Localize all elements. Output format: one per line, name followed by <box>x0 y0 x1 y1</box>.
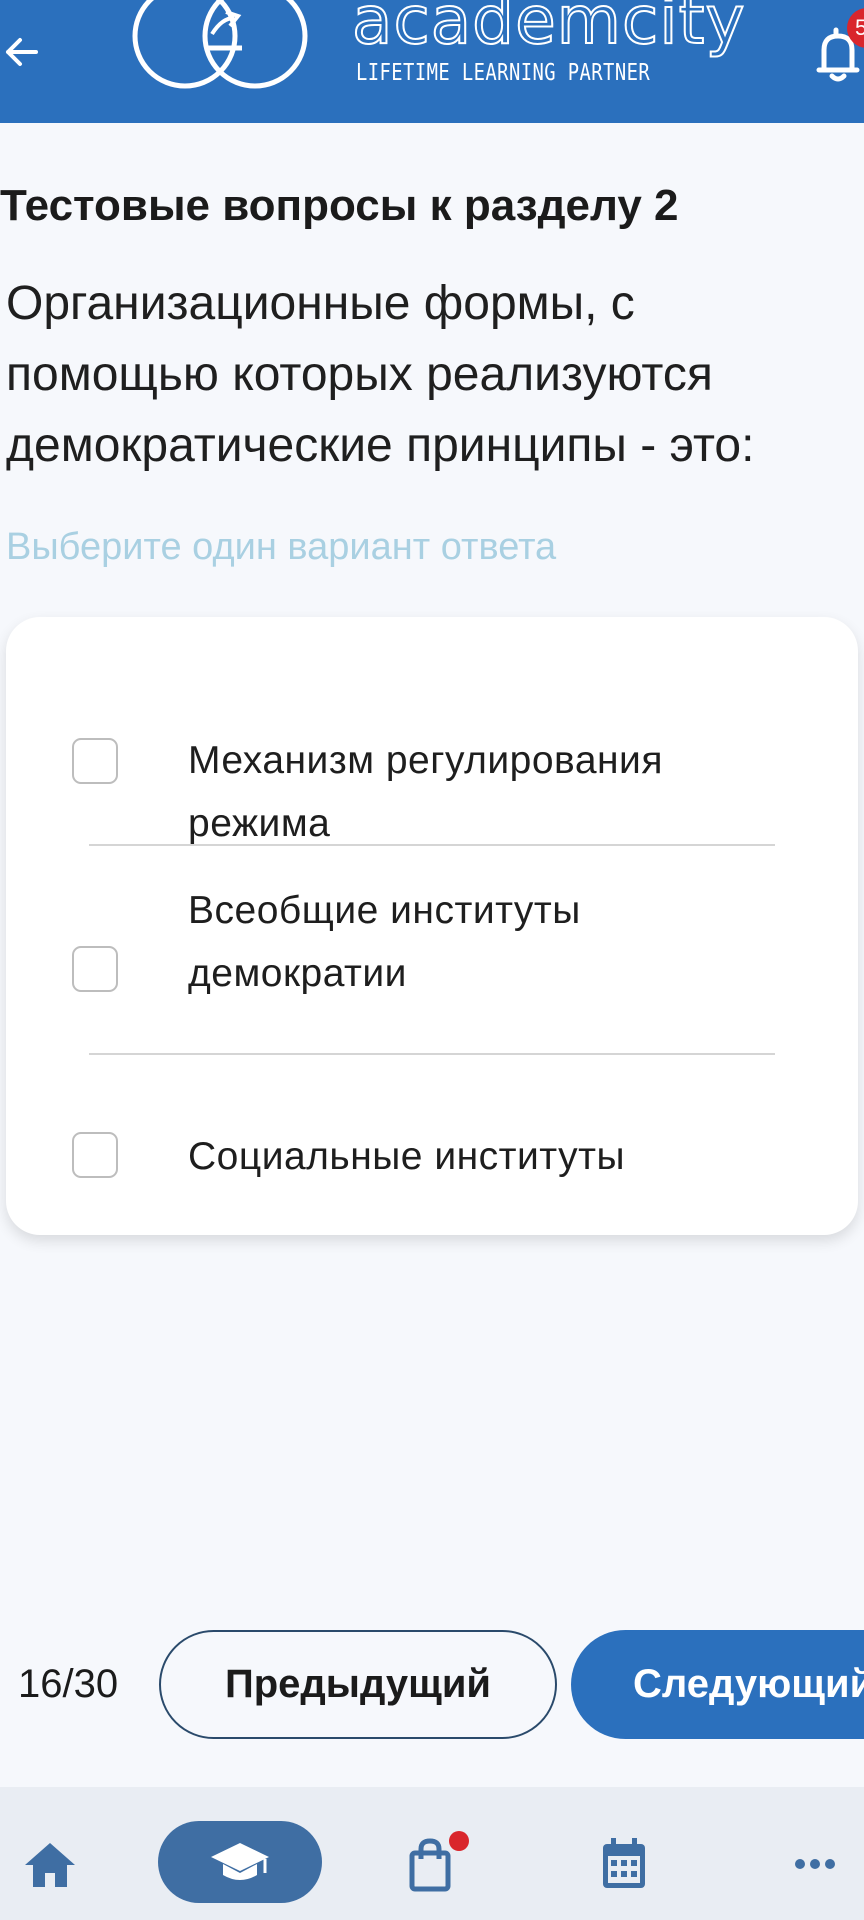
option-checkbox[interactable] <box>72 946 118 992</box>
nav-home[interactable] <box>18 1834 82 1894</box>
nav-calendar[interactable] <box>598 1834 650 1894</box>
previous-button[interactable]: Предыдущий <box>159 1630 557 1739</box>
graduation-cap-icon <box>211 1843 269 1880</box>
shopping-bag-icon <box>409 1838 451 1892</box>
option-label: Всеобщие институты демократии <box>188 889 581 995</box>
next-button[interactable]: Следующий <box>571 1630 864 1739</box>
home-icon <box>25 1843 75 1887</box>
brand-name: academcity <box>351 0 746 60</box>
app-header: academcity LIFETIME LEARNING PARTNER 5 <box>0 0 864 123</box>
section-title: Тестовые вопросы к разделу 2 <box>0 181 679 230</box>
back-button[interactable] <box>0 22 44 82</box>
answer-options-card: Механизм регулирования режима Всеобщие и… <box>6 617 858 1235</box>
answer-option[interactable]: Механизм регулирования режима <box>6 677 858 845</box>
answer-option[interactable]: Всеобщие институты демократии <box>6 845 858 1053</box>
question-text: Организационные формы, с помощью которых… <box>6 277 755 472</box>
question-counter: 16/30 <box>18 1662 119 1706</box>
logo-icon <box>132 0 308 89</box>
nav-more[interactable] <box>790 1850 840 1878</box>
shop-badge-dot <box>449 1831 469 1851</box>
calendar-icon <box>603 1838 645 1888</box>
nav-courses[interactable] <box>205 1836 275 1888</box>
option-label: Социальные институты <box>188 1135 626 1178</box>
nav-shop[interactable] <box>405 1836 455 1894</box>
option-label: Механизм регулирования режима <box>188 739 663 845</box>
arrow-left-icon <box>6 38 38 66</box>
option-checkbox[interactable] <box>72 1132 118 1178</box>
option-checkbox[interactable] <box>72 738 118 784</box>
answer-hint: Выберите один вариант ответа <box>6 526 557 568</box>
brand-tagline: LIFETIME LEARNING PARTNER <box>356 60 651 86</box>
answer-option[interactable]: Социальные институты <box>6 1055 858 1205</box>
more-dots-icon <box>795 1859 835 1869</box>
